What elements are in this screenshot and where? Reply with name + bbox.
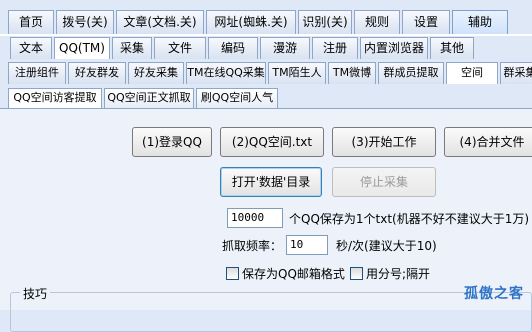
tab-group-member-extract[interactable]: 群成员提取: [378, 62, 444, 84]
tab-tm-stranger[interactable]: TM陌生人: [268, 62, 326, 84]
tab-recognize[interactable]: 识别(关): [298, 10, 352, 34]
qzone-txt-button[interactable]: (2)QQ空间.txt: [220, 127, 324, 157]
tab-register-component[interactable]: 注册组件: [8, 62, 66, 84]
tab-article[interactable]: 文章(文档.关): [116, 10, 204, 34]
tab-roam[interactable]: 漫游: [260, 37, 310, 59]
per-txt-count-label: 个QQ保存为1个txt(机器不好不建议大于1万): [289, 212, 530, 226]
tab-qzone[interactable]: 空间: [446, 62, 498, 84]
assist-tab-bar: 文本 QQ(TM) 采集 文件 编码 漫游 注册 内置浏览器 其他: [0, 37, 532, 59]
tab-tm-weibo[interactable]: TM微博: [328, 62, 376, 84]
tab-friend-mass-send[interactable]: 好友群发: [68, 62, 126, 84]
qq-tab-bar: 注册组件 好友群发 好友采集 TM在线QQ采集 TM陌生人 TM微博 群成员提取…: [0, 62, 532, 84]
save-as-email-label: 保存为QQ邮箱格式: [242, 267, 345, 281]
tab-collect[interactable]: 采集: [112, 37, 152, 59]
per-txt-count-input[interactable]: 10000: [227, 208, 283, 228]
frequency-unit-label: 秒/次(建议大于10): [336, 239, 437, 253]
tips-groupbox: [10, 292, 532, 332]
tips-title: 技巧: [20, 285, 51, 302]
start-work-button[interactable]: (3)开始工作: [332, 127, 436, 157]
tab-friend-collect[interactable]: 好友采集: [128, 62, 184, 84]
tab-group-collect[interactable]: 群采集: [500, 62, 532, 84]
main-tab-bar: 首页 拨号(关) 文章(文档.关) 网址(蜘蛛.关) 识别(关) 规则 设置 辅…: [0, 10, 532, 36]
save-as-email-checkbox[interactable]: [226, 267, 239, 280]
login-qq-button[interactable]: (1)登录QQ: [132, 127, 212, 157]
tab-encode[interactable]: 编码: [208, 37, 258, 59]
tab-qzone-popularity[interactable]: 刷QQ空间人气: [196, 88, 278, 108]
qzone-tab-bar: QQ空间访客提取 QQ空间正文抓取 刷QQ空间人气: [0, 88, 532, 109]
stop-collect-button[interactable]: 停止采集: [332, 167, 436, 197]
tab-dial[interactable]: 拨号(关): [56, 10, 114, 34]
tab-settings[interactable]: 设置: [402, 10, 450, 34]
open-data-dir-button[interactable]: 打开'数据'目录: [220, 167, 322, 197]
watermark-text: 孤傲之客: [464, 286, 524, 302]
use-separator-checkbox[interactable]: [350, 267, 363, 280]
tab-qzone-visitor-extract[interactable]: QQ空间访客提取: [8, 88, 102, 108]
tab-assist[interactable]: 辅助: [452, 10, 508, 34]
tab-rules[interactable]: 规则: [354, 10, 400, 34]
tab-tm-online-collect[interactable]: TM在线QQ采集: [186, 62, 266, 84]
tab-file[interactable]: 文件: [154, 37, 206, 59]
tab-url[interactable]: 网址(蜘蛛.关): [206, 10, 296, 34]
tab-text[interactable]: 文本: [10, 37, 52, 59]
frequency-input[interactable]: 10: [286, 235, 328, 255]
use-separator-label: 用分号;隔开: [366, 267, 431, 281]
tab-home[interactable]: 首页: [8, 10, 54, 34]
tab-qq-tm[interactable]: QQ(TM): [54, 37, 110, 59]
tab-builtin-browser[interactable]: 内置浏览器: [360, 37, 428, 59]
tab-register[interactable]: 注册: [312, 37, 358, 59]
frequency-label: 抓取频率：: [222, 239, 283, 253]
merge-files-button[interactable]: (4)合并文件: [444, 127, 532, 157]
tab-other[interactable]: 其他: [430, 37, 474, 59]
tab-qzone-content-grab[interactable]: QQ空间正文抓取: [104, 88, 194, 108]
